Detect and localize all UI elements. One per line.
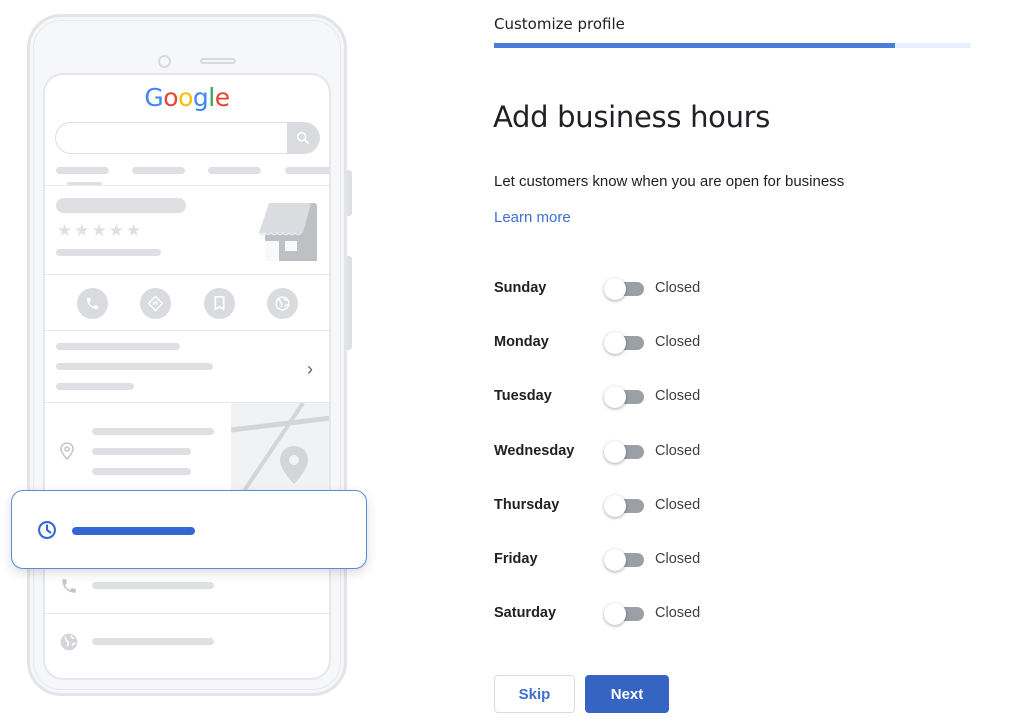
divider [45,274,329,275]
day-label: Friday [494,551,538,567]
toggle-knob [604,549,626,571]
phone-icon [77,288,108,319]
placeholder-line [92,448,191,455]
day-status: Closed [655,605,701,622]
globe-icon [267,288,298,319]
day-status: Closed [655,551,701,567]
next-button[interactable]: Next [585,675,669,713]
hours-toggle-tuesday[interactable] [604,386,646,409]
hours-toggle-sunday[interactable] [604,278,646,300]
hours-toggle-wednesday[interactable] [604,440,646,463]
learn-more-link[interactable]: Learn more [494,209,571,226]
toggle-knob [604,440,626,463]
page-description: Let customers know when you are open for… [494,173,845,190]
placeholder-line [56,363,213,370]
day-label: Thursday [494,496,560,513]
day-row-friday: Friday Closed [494,547,794,571]
location-pin-icon [60,442,74,465]
placeholder-line [92,638,214,645]
hours-toggle-monday[interactable] [604,332,646,355]
day-row-tuesday: Tuesday Closed [494,384,794,409]
placeholder-line [92,582,214,589]
clock-icon [37,520,57,545]
toggle-knob [604,278,626,300]
divider [45,185,329,186]
placeholder-line [56,343,180,350]
logo-letter: G [144,83,164,112]
placeholder-line [92,428,214,435]
logo-letter: o [178,83,193,112]
logo-letter: o [163,83,179,112]
hours-toggle-saturday[interactable] [604,603,646,626]
day-row-saturday: Saturday Closed [494,601,794,626]
day-label: Wednesday [494,442,575,459]
divider [45,330,329,331]
storefront-icon [255,201,319,266]
page-title: Add business hours [493,100,771,134]
placeholder-line [56,249,161,256]
placeholder-business-name [56,198,186,213]
placeholder-line [92,468,191,475]
day-row-monday: Monday Closed [494,330,794,355]
business-hours-card [11,490,367,569]
hours-toggle-thursday[interactable] [604,494,646,517]
day-status: Closed [655,442,701,459]
step-title: Customize profile [494,15,625,33]
day-label: Sunday [494,280,547,296]
logo-letter: g [192,83,209,112]
hours-toggle-friday[interactable] [604,549,646,571]
skip-button[interactable]: Skip [494,675,575,713]
logo-letter: e [214,83,230,112]
day-label: Tuesday [494,388,552,405]
phone-camera [158,55,171,68]
directions-icon [140,288,171,319]
day-row-sunday: Sunday Closed [494,276,794,300]
toggle-knob [604,494,626,517]
bookmark-icon [204,288,235,319]
globe-icon [59,632,79,657]
phone-speaker [200,58,236,64]
day-row-thursday: Thursday Closed [494,493,794,517]
progress-fill [494,43,895,48]
toggle-knob [604,603,626,626]
placeholder-tab [208,167,261,174]
toggle-knob [604,386,626,409]
day-label: Monday [494,334,549,351]
placeholder-tab [132,167,185,174]
toggle-knob [604,332,626,355]
day-status: Closed [655,334,701,351]
progress-bar [494,43,971,48]
day-row-wednesday: Wednesday Closed [494,439,794,463]
divider [45,613,329,614]
placeholder-hours-line [72,527,195,535]
chevron-right-icon: › [307,359,313,379]
day-status: Closed [655,388,701,405]
map-thumbnail [231,403,329,503]
google-logo: Google [45,83,329,112]
placeholder-tab [56,167,109,174]
placeholder-line [56,383,134,390]
phone-icon [60,577,78,600]
day-label: Saturday [494,605,557,622]
placeholder-tab [285,167,329,174]
search-icon [287,123,319,153]
rating-stars: ★★★★★ [57,221,144,240]
map-pin-icon [280,446,308,484]
day-status: Closed [655,496,701,513]
phone-screen: Google ★★★★★ › [43,73,331,680]
illustration-search-box [55,122,320,154]
day-status: Closed [655,280,701,296]
